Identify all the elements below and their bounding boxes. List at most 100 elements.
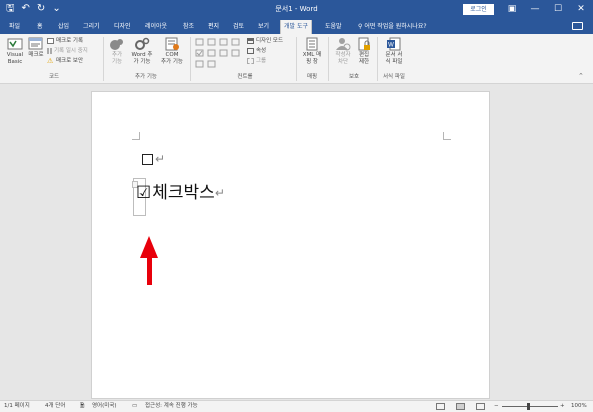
zoom-level[interactable]: 100%	[571, 401, 587, 412]
collapse-ribbon-icon[interactable]: ⌃	[578, 72, 584, 80]
word-addins-button[interactable]: Word 추 가 기능	[129, 37, 155, 66]
group-label-templates: 서식 파일	[383, 74, 405, 80]
document-template-label-1: 문서 서	[385, 52, 403, 58]
macro-record-icon[interactable]: ▭	[132, 401, 137, 412]
group-label-code: 코드	[48, 74, 60, 80]
tell-me-search[interactable]: ⚲ 어떤 작업을 원하시나요?	[358, 21, 427, 32]
addins-label-1: 추가	[111, 52, 123, 58]
word-document-icon: W	[387, 37, 401, 51]
login-button[interactable]: 로그인	[463, 4, 494, 15]
tab-view[interactable]: 보기	[255, 21, 272, 32]
lock-icon	[358, 37, 370, 51]
macro-security-label: 매크로 보안	[56, 58, 84, 64]
word-addins-label-1: Word 추	[131, 52, 153, 58]
visual-basic-label-1: Visual	[6, 52, 24, 58]
document-template-button[interactable]: W 문서 서 식 파일	[380, 37, 408, 66]
paragraph-empty-checkbox[interactable]: ↵	[142, 151, 165, 167]
design-mode-label: 디자인 모드	[256, 38, 284, 44]
group-button: 그룹	[247, 57, 266, 65]
checkbox-content-control[interactable]: ☑	[136, 183, 151, 203]
design-mode-button[interactable]: 디자인 모드	[247, 37, 283, 45]
status-bar: 1/1 페이지 4개 단어 🗎 영어(미국) ▭ 접근성: 계속 진행 가능 −…	[0, 400, 593, 412]
tab-layout[interactable]: 레이아웃	[142, 21, 170, 32]
xml-pane-label-2: 핑 창	[306, 59, 318, 65]
zoom-in-button[interactable]: +	[560, 401, 565, 412]
unchecked-box-glyph	[142, 153, 153, 165]
visual-basic-label-2: Basic	[7, 59, 23, 65]
pause-icon	[47, 48, 52, 54]
document-template-label-2: 식 파일	[385, 59, 403, 65]
minimize-icon[interactable]: —	[524, 1, 546, 17]
restrict-editing-label-2: 제한	[358, 59, 370, 65]
content-controls-gallery-icon	[195, 38, 240, 68]
close-icon[interactable]: ✕	[570, 1, 592, 17]
macros-label: 매크로	[28, 52, 44, 58]
group-separator	[328, 37, 329, 81]
language-status[interactable]: 영어(미국)	[92, 401, 117, 412]
addins-label-2: 기능	[111, 59, 123, 65]
accessibility-status[interactable]: 접근성: 계속 진행 가능	[145, 401, 198, 412]
ribbon-display-options-icon[interactable]: ▣	[501, 1, 523, 17]
tab-review[interactable]: 검토	[230, 21, 247, 32]
group-label-mapping: 매핑	[306, 74, 318, 80]
tab-draw[interactable]: 그리기	[80, 21, 103, 32]
com-addins-icon	[165, 37, 179, 51]
macros-icon	[28, 37, 43, 50]
xml-mapping-pane-button[interactable]: XML 매 핑 창	[299, 37, 325, 66]
visual-basic-icon	[7, 38, 23, 50]
properties-button[interactable]: 속성	[247, 47, 266, 55]
tell-me-label: 어떤 작업을 원하시나요?	[364, 23, 427, 30]
proofing-icon[interactable]: 🗎	[80, 401, 84, 412]
com-addins-label-1: COM	[165, 52, 179, 58]
warning-icon: ⚠	[47, 57, 54, 65]
zoom-slider-thumb[interactable]	[527, 403, 530, 410]
page-count[interactable]: 1/1 페이지	[4, 401, 30, 412]
group-separator	[103, 37, 104, 81]
macros-button[interactable]: 매크로	[26, 37, 46, 59]
margin-corner-mark	[132, 132, 140, 140]
group-separator	[190, 37, 191, 81]
addins-button: 추가 기능	[108, 37, 126, 66]
paragraph-mark: ↵	[155, 152, 166, 166]
tab-design[interactable]: 디자인	[111, 21, 134, 32]
xml-pane-label-1: XML 매	[302, 52, 322, 58]
comments-icon[interactable]	[572, 22, 583, 30]
zoom-slider-track[interactable]	[502, 406, 558, 407]
block-authors-label-2: 차단	[337, 59, 349, 65]
block-authors-label-1: 작성자	[335, 52, 351, 58]
read-mode-icon[interactable]	[436, 403, 445, 410]
visual-basic-button[interactable]: Visual Basic	[4, 37, 26, 66]
record-macro-button[interactable]: 매크로 기록	[47, 37, 83, 45]
restrict-editing-button[interactable]: 편집 제한	[355, 37, 373, 66]
properties-icon	[247, 48, 254, 54]
tab-insert[interactable]: 삽입	[55, 21, 72, 32]
com-addins-button[interactable]: COM 추가 기능	[158, 37, 186, 66]
zoom-out-button[interactable]: −	[494, 401, 499, 412]
group-label: 그룹	[256, 58, 267, 64]
lightbulb-icon: ⚲	[358, 23, 363, 30]
block-authors-button: 작성자 차단	[332, 37, 354, 66]
paragraph-mark: ↵	[214, 186, 225, 200]
paragraph-checkbox-text[interactable]: ☑ 체크박스 ↵	[136, 183, 225, 203]
pause-recording-label: 기록 일시 중지	[54, 48, 88, 54]
design-mode-icon	[247, 38, 254, 44]
block-authors-icon	[336, 38, 351, 51]
tab-references[interactable]: 참조	[180, 21, 197, 32]
macro-security-button[interactable]: ⚠ 매크로 보안	[47, 57, 83, 65]
tab-home[interactable]: 홈	[34, 21, 46, 32]
group-label-addins: 추가 기능	[135, 74, 157, 80]
web-layout-icon[interactable]	[476, 403, 485, 410]
tab-file[interactable]: 파일	[6, 21, 23, 32]
word-count[interactable]: 4개 단어	[45, 401, 65, 412]
group-icon	[247, 58, 254, 64]
tab-developer[interactable]: 개발 도구	[280, 20, 312, 34]
properties-label: 속성	[256, 48, 267, 54]
margin-corner-mark	[443, 132, 451, 140]
group-separator	[296, 37, 297, 81]
group-label-controls: 컨트롤	[237, 74, 253, 80]
word-addins-label-2: 가 기능	[133, 59, 151, 65]
maximize-icon[interactable]: ☐	[547, 1, 569, 17]
tab-help[interactable]: 도움말	[322, 21, 345, 32]
tab-mailings[interactable]: 편지	[205, 21, 222, 32]
print-layout-icon[interactable]	[456, 403, 465, 410]
